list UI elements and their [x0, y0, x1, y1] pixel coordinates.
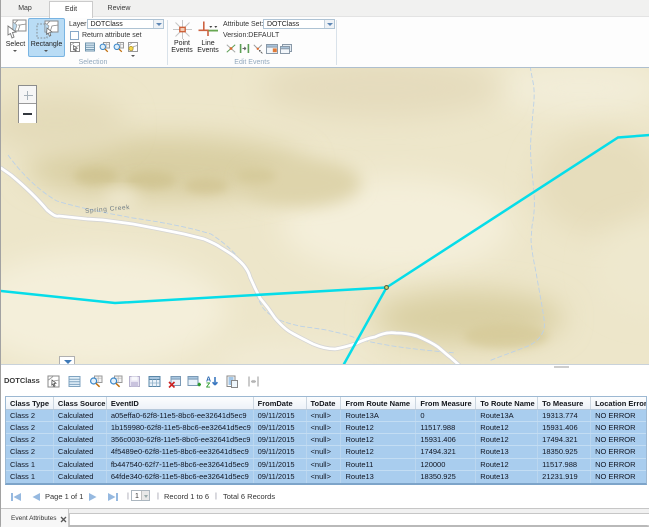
svg-text:Z: Z	[206, 383, 211, 389]
